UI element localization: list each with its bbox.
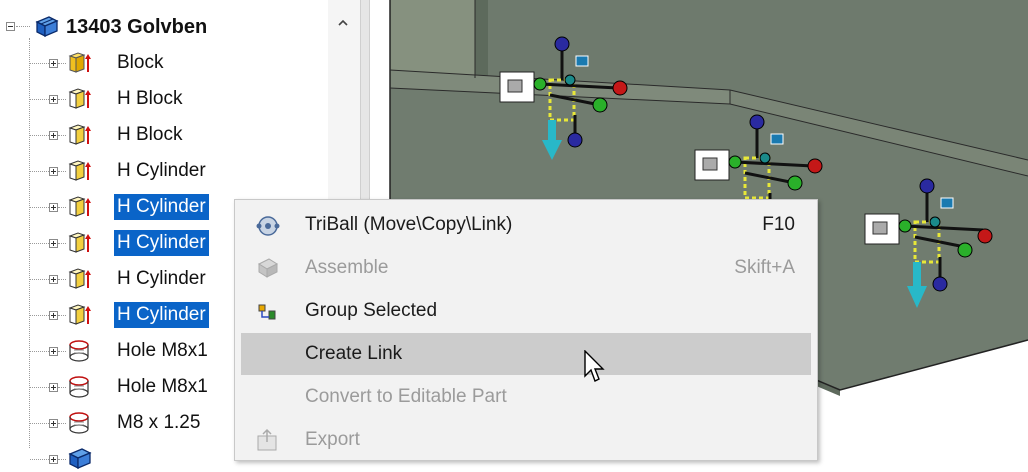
tree-connector xyxy=(30,135,49,136)
tree-item-label: Hole M8x1 xyxy=(117,340,208,361)
tree-connector xyxy=(30,423,49,424)
menu-item-assemble[interactable]: Assemble Skift+A xyxy=(241,247,811,289)
tree-connector xyxy=(30,459,49,460)
export-icon xyxy=(257,428,277,451)
tree-item-label: H Cylinder xyxy=(114,230,209,256)
model-face-left xyxy=(390,0,475,78)
expand-toggle[interactable] xyxy=(49,167,58,176)
group-icon xyxy=(258,304,276,320)
tree-connector xyxy=(58,423,66,424)
expand-toggle[interactable] xyxy=(49,311,58,320)
menu-item-convert-to-editable-part[interactable]: Convert to Editable Part xyxy=(241,376,811,418)
solid-block-icon xyxy=(68,52,91,73)
assembly-icon xyxy=(35,16,59,38)
menu-item-label: TriBall (Move\Copy\Link) xyxy=(305,214,513,235)
hollow-block-icon xyxy=(68,88,91,109)
scroll-up-icon[interactable] xyxy=(338,18,348,28)
tree-item-label: H Cylinder xyxy=(114,194,209,220)
context-menu[interactable]: TriBall (Move\Copy\Link) F10 Assemble Skift… xyxy=(234,199,818,461)
menu-item-triball-move-copy-link[interactable]: TriBall (Move\Copy\Link) F10 xyxy=(241,204,811,246)
tree-item-label xyxy=(114,446,120,472)
hollow-block-icon xyxy=(68,232,91,253)
hollow-block-icon xyxy=(68,160,91,181)
menu-item-label: Export xyxy=(305,429,360,450)
hole-icon xyxy=(69,340,89,362)
expand-toggle[interactable] xyxy=(49,419,58,428)
tree-connector xyxy=(58,243,66,244)
hollow-block-icon xyxy=(68,196,91,217)
menu-item-export[interactable]: Export xyxy=(241,419,811,461)
expand-toggle[interactable] xyxy=(49,275,58,284)
tree-connector xyxy=(30,279,49,280)
tree-connector xyxy=(58,135,66,136)
collapse-toggle[interactable] xyxy=(6,22,15,31)
assemble-icon xyxy=(257,258,279,278)
tree-connector xyxy=(16,26,30,27)
tree-item-label: H Block xyxy=(117,124,183,145)
mouse-pointer-icon xyxy=(584,350,605,382)
menu-item-shortcut: Skift+A xyxy=(734,257,795,278)
tree-connector xyxy=(58,279,66,280)
tree-connector xyxy=(30,243,49,244)
tree-item-label: H Cylinder xyxy=(117,268,206,289)
menu-item-label: Group Selected xyxy=(305,300,438,321)
tree-connector xyxy=(30,207,49,208)
expand-toggle[interactable] xyxy=(49,203,58,212)
hole-icon xyxy=(69,376,89,398)
tree-connector xyxy=(58,207,66,208)
expand-toggle[interactable] xyxy=(49,383,58,392)
tree-item-label: H Cylinder xyxy=(117,160,206,181)
menu-item-group-selected[interactable]: Group Selected xyxy=(241,290,811,332)
tree-connector xyxy=(30,99,49,100)
menu-item-create-link[interactable]: Create Link xyxy=(241,333,811,375)
tree-connector xyxy=(58,63,66,64)
root-label: 13403 Golvben xyxy=(66,16,208,38)
tree-connector xyxy=(30,315,49,316)
model-edge xyxy=(475,0,488,80)
expand-toggle[interactable] xyxy=(49,455,58,464)
expand-toggle[interactable] xyxy=(49,347,58,356)
menu-item-shortcut: F10 xyxy=(762,214,795,235)
tree-connector xyxy=(58,315,66,316)
tree-connector xyxy=(58,99,66,100)
tree-item-label: H Cylinder xyxy=(114,302,209,328)
tree-connector xyxy=(58,351,66,352)
tree-connector xyxy=(30,171,49,172)
tree-connector xyxy=(58,459,66,460)
tree-item-label: H Block xyxy=(117,88,183,109)
tree-item-label: M8 x 1.25 xyxy=(117,412,201,433)
menu-item-label: Create Link xyxy=(305,343,403,364)
hollow-block-icon xyxy=(68,268,91,289)
expand-toggle[interactable] xyxy=(49,95,58,104)
menu-item-label: Assemble xyxy=(305,257,389,278)
tree-item-label: Block xyxy=(117,52,164,73)
tree-connector xyxy=(30,387,49,388)
tree-connector xyxy=(58,171,66,172)
hole-icon xyxy=(69,412,89,434)
hollow-block-icon xyxy=(68,304,91,325)
triball-icon xyxy=(256,216,280,236)
expand-toggle[interactable] xyxy=(49,59,58,68)
tree-connector xyxy=(58,387,66,388)
expand-toggle[interactable] xyxy=(49,239,58,248)
assembly-icon xyxy=(68,448,92,470)
tree-item-label: Hole M8x1 xyxy=(117,376,208,397)
tree-connector xyxy=(30,63,49,64)
menu-item-label: Convert to Editable Part xyxy=(305,386,507,407)
tree-connector xyxy=(30,351,49,352)
hollow-block-icon xyxy=(68,124,91,145)
expand-toggle[interactable] xyxy=(49,131,58,140)
